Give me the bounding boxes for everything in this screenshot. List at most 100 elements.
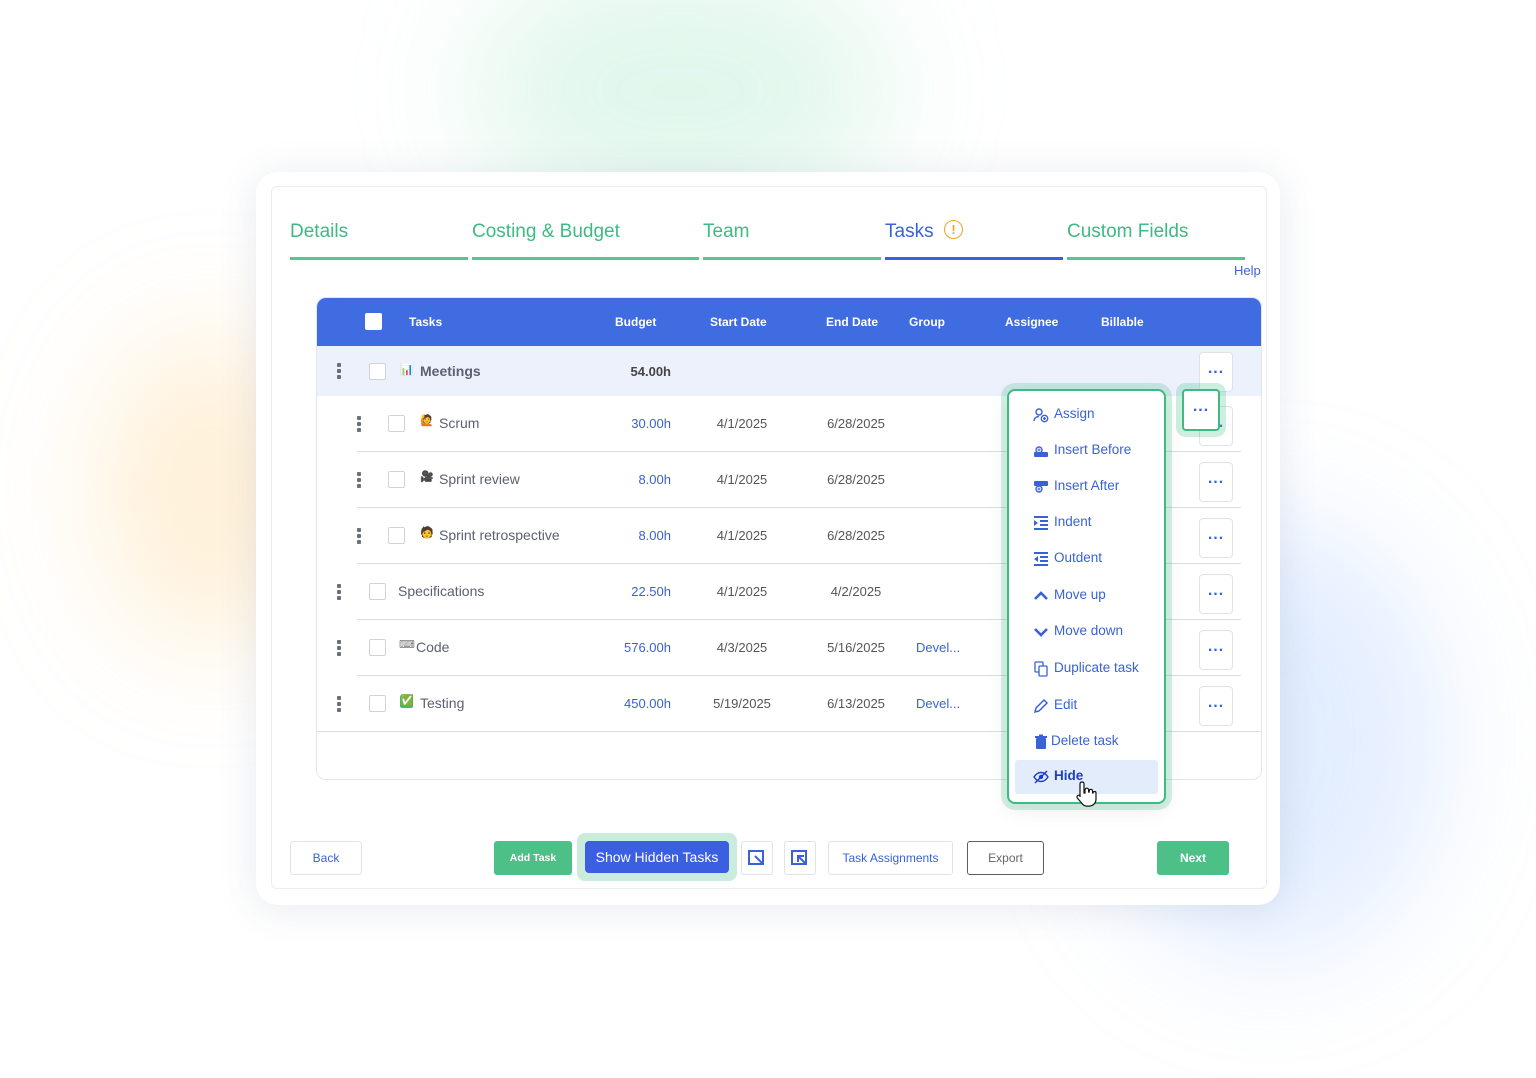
task-start-date: 4/1/2025 xyxy=(716,584,768,599)
row-more-button[interactable]: ... xyxy=(1199,630,1233,670)
task-start-date: 4/3/2025 xyxy=(716,640,768,655)
row-more-button[interactable]: ... xyxy=(1199,518,1233,558)
row-checkbox[interactable] xyxy=(369,695,386,712)
task-start-date: 4/1/2025 xyxy=(716,472,768,487)
active-row-more-button[interactable]: ... xyxy=(1182,389,1220,431)
chevron-up-icon xyxy=(1034,591,1048,600)
menu-item-edit[interactable]: Edit xyxy=(1015,689,1158,723)
row-checkbox[interactable] xyxy=(388,471,405,488)
drag-handle[interactable] xyxy=(337,584,341,600)
collapse-button[interactable] xyxy=(784,841,816,875)
checkmark-icon: ✅ xyxy=(400,695,414,708)
row-checkbox[interactable] xyxy=(369,363,386,380)
row-checkbox[interactable] xyxy=(388,415,405,432)
drag-handle[interactable] xyxy=(337,363,341,379)
row-more-button[interactable]: ... xyxy=(1199,352,1233,392)
menu-item-label: Edit xyxy=(1054,697,1078,712)
header-end-date: End Date xyxy=(826,315,879,329)
task-start-date: 4/1/2025 xyxy=(716,416,768,431)
tab-details[interactable]: Details xyxy=(290,217,468,260)
row-more-button[interactable]: ... xyxy=(1199,686,1233,726)
add-task-button[interactable]: Add Task xyxy=(494,841,572,875)
task-budget: 8.00h xyxy=(638,528,671,543)
table-header: Tasks Budget Start Date End Date Group A… xyxy=(317,298,1261,346)
task-budget: 450.00h xyxy=(624,696,671,711)
task-budget: 8.00h xyxy=(638,472,671,487)
help-link[interactable]: Help xyxy=(1234,263,1261,278)
menu-item-outdent[interactable]: Outdent xyxy=(1015,542,1158,576)
menu-item-indent[interactable]: Indent xyxy=(1015,506,1158,540)
menu-item-label: Insert After xyxy=(1054,478,1120,493)
show-hidden-tasks-button[interactable]: Show Hidden Tasks xyxy=(585,841,729,873)
task-start-date: 5/19/2025 xyxy=(713,696,771,711)
menu-item-delete[interactable]: Delete task xyxy=(1015,725,1158,759)
tab-label: Costing & Budget xyxy=(472,221,620,242)
expand-arrow-icon xyxy=(748,850,764,865)
drag-handle[interactable] xyxy=(357,528,361,544)
tab-underline xyxy=(885,257,1063,260)
header-assignee: Assignee xyxy=(1005,315,1059,329)
menu-item-label: Move down xyxy=(1054,623,1124,638)
tab-label: Tasks xyxy=(885,221,934,242)
task-budget: 54.00h xyxy=(630,364,671,379)
menu-item-label: Insert Before xyxy=(1054,442,1132,457)
menu-item-label: Assign xyxy=(1054,406,1095,421)
task-end-date: 6/28/2025 xyxy=(827,528,885,543)
tab-custom-fields[interactable]: Custom Fields xyxy=(1067,217,1245,260)
row-checkbox[interactable] xyxy=(369,639,386,656)
tab-costing-budget[interactable]: Costing & Budget xyxy=(472,217,699,260)
drag-handle[interactable] xyxy=(357,416,361,432)
drag-handle[interactable] xyxy=(337,696,341,712)
task-group[interactable]: Devel... xyxy=(916,696,960,711)
task-end-date: 6/28/2025 xyxy=(827,472,885,487)
export-button[interactable]: Export xyxy=(967,841,1044,875)
eye-slash-icon xyxy=(1033,770,1049,784)
menu-item-label: Duplicate task xyxy=(1054,660,1139,675)
menu-item-move-down[interactable]: Move down xyxy=(1015,615,1158,649)
task-name: Testing xyxy=(420,695,465,711)
menu-item-label: Indent xyxy=(1054,514,1092,529)
expand-button[interactable] xyxy=(741,841,773,875)
row-more-button[interactable]: ... xyxy=(1199,462,1233,502)
task-name: Specifications xyxy=(398,583,485,599)
menu-item-duplicate[interactable]: Duplicate task xyxy=(1015,652,1158,686)
menu-item-move-up[interactable]: Move up xyxy=(1015,579,1158,613)
task-name: Meetings xyxy=(420,363,481,379)
task-end-date: 6/28/2025 xyxy=(827,416,885,431)
task-context-menu: Assign Insert Before Insert After Indent… xyxy=(1007,389,1166,804)
task-name: Sprint review xyxy=(439,471,520,487)
drag-handle[interactable] xyxy=(357,472,361,488)
task-budget: 22.50h xyxy=(631,584,671,599)
header-tasks: Tasks xyxy=(409,315,443,329)
task-budget: 576.00h xyxy=(624,640,671,655)
menu-item-insert-before[interactable]: Insert Before xyxy=(1015,434,1158,468)
drag-handle[interactable] xyxy=(337,640,341,656)
header-start-date: Start Date xyxy=(710,315,767,329)
tab-underline xyxy=(1067,257,1245,260)
trash-icon xyxy=(1035,734,1047,749)
collapse-arrow-icon xyxy=(791,850,807,865)
tab-underline xyxy=(703,257,881,260)
outdent-icon xyxy=(1034,552,1048,566)
tab-tasks[interactable]: Tasks ! xyxy=(885,217,1063,260)
row-checkbox[interactable] xyxy=(369,583,386,600)
tab-label: Team xyxy=(703,221,750,242)
menu-item-insert-after[interactable]: Insert After xyxy=(1015,470,1158,504)
row-checkbox[interactable] xyxy=(388,527,405,544)
task-group[interactable]: Devel... xyxy=(916,640,960,655)
camera-icon: 🎥 xyxy=(420,471,434,483)
task-assignments-button[interactable]: Task Assignments xyxy=(828,841,953,875)
indent-icon xyxy=(1034,516,1048,530)
row-more-button[interactable]: ... xyxy=(1199,574,1233,614)
keyboard-icon: ⌨ xyxy=(399,639,415,651)
select-all-checkbox[interactable] xyxy=(365,313,382,330)
back-button[interactable]: Back xyxy=(290,841,362,875)
person-icon: 🧑 xyxy=(420,527,434,539)
tab-team[interactable]: Team xyxy=(703,217,881,260)
insert-before-icon xyxy=(1034,446,1048,457)
next-button[interactable]: Next xyxy=(1157,841,1229,875)
task-end-date: 6/13/2025 xyxy=(827,696,885,711)
menu-item-label: Move up xyxy=(1054,587,1106,602)
header-budget: Budget xyxy=(615,315,657,329)
menu-item-assign[interactable]: Assign xyxy=(1015,398,1158,432)
